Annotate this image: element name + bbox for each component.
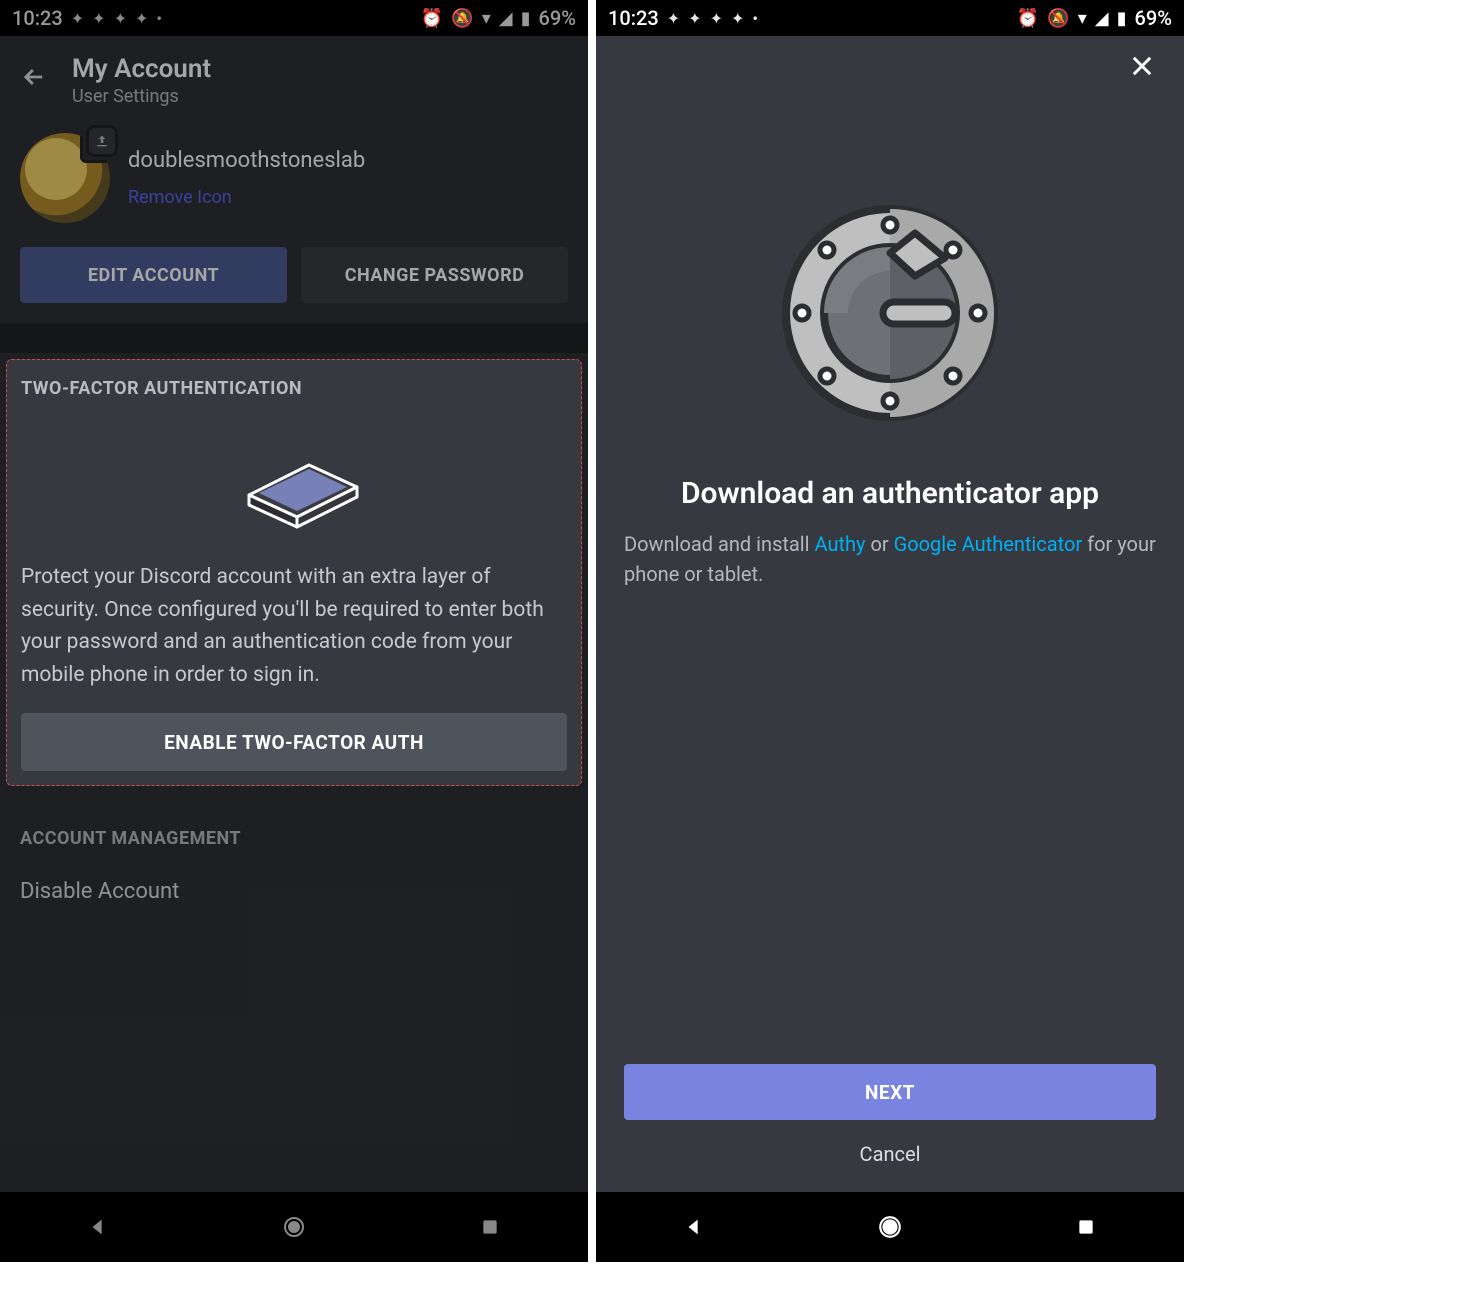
notif-icon: ✦ [135,9,148,28]
nav-back-icon[interactable] [681,1214,707,1240]
nav-home-icon[interactable] [877,1214,903,1240]
status-time: 10:23 [12,6,63,30]
alarm-icon: ⏰ [1017,8,1039,29]
authy-link[interactable]: Authy [815,532,866,556]
dnd-icon: 🔕 [451,8,473,29]
battery-pct: 69% [1135,6,1172,30]
notif-icon: ✦ [71,9,84,28]
edit-account-button[interactable]: EDIT ACCOUNT [20,247,287,303]
more-icon: • [156,9,162,28]
page-subtitle: User Settings [72,86,211,107]
phone-illustration [21,427,567,537]
notif-icon: ✦ [688,9,701,28]
nav-back-icon[interactable] [85,1214,111,1240]
battery-pct: 69% [539,6,576,30]
battery-icon: ▮ [521,8,531,29]
notif-icon: ✦ [731,9,744,28]
notif-icon: ✦ [92,9,105,28]
wifi-icon: ▾ [1078,8,1087,29]
enable-tfa-button[interactable]: ENABLE TWO-FACTOR AUTH [21,713,567,771]
status-bar: 10:23 ✦ ✦ ✦ ✦ • ⏰ 🔕 ▾ ◢ ▮ 69% [0,0,588,36]
remove-icon-link[interactable]: Remove Icon [128,187,365,208]
username: doublesmoothstoneslab [128,148,365,173]
android-nav-bar [0,1192,588,1262]
dialog-title: Download an authenticator app [624,476,1156,511]
next-button[interactable]: NEXT [624,1064,1156,1120]
cell-icon: ◢ [1095,8,1109,29]
wifi-icon: ▾ [482,8,491,29]
nav-home-icon[interactable] [281,1214,307,1240]
battery-icon: ▮ [1117,8,1127,29]
close-icon[interactable] [1128,52,1156,88]
account-management-label: ACCOUNT MANAGEMENT [20,828,568,849]
profile-row: doublesmoothstoneslab Remove Icon [0,123,588,239]
more-icon: • [752,9,758,28]
authenticator-vault-icon [624,198,1156,428]
phone-right: 10:23 ✦ ✦ ✦ ✦ • ⏰ 🔕 ▾ ◢ ▮ 69% [596,0,1184,1262]
cell-icon: ◢ [499,8,513,29]
desc-text: Download and install [624,532,815,556]
alarm-icon: ⏰ [421,8,443,29]
tfa-label: TWO-FACTOR AUTHENTICATION [21,378,567,399]
tfa-description: Protect your Discord account with an ext… [21,561,567,691]
status-time: 10:23 [608,6,659,30]
notif-icon: ✦ [710,9,723,28]
page-title: My Account [72,54,211,84]
upload-avatar-icon[interactable] [86,125,118,157]
back-arrow-icon[interactable] [20,63,48,98]
app-header: My Account User Settings [0,36,588,123]
nav-recent-icon[interactable] [1073,1214,1099,1240]
two-factor-section: TWO-FACTOR AUTHENTICATION Protect your D… [6,359,582,786]
cancel-button[interactable]: Cancel [624,1142,1156,1166]
desc-text: or [866,532,894,556]
android-nav-bar [596,1192,1184,1262]
phone-left: 10:23 ✦ ✦ ✦ ✦ • ⏰ 🔕 ▾ ◢ ▮ 69% My Account… [0,0,588,1262]
dialog-description: Download and install Authy or Google Aut… [624,529,1156,589]
section-divider [0,323,588,353]
notif-icon: ✦ [114,9,127,28]
dnd-icon: 🔕 [1047,8,1069,29]
status-bar: 10:23 ✦ ✦ ✦ ✦ • ⏰ 🔕 ▾ ◢ ▮ 69% [596,0,1184,36]
notif-icon: ✦ [667,9,680,28]
google-authenticator-link[interactable]: Google Authenticator [894,532,1083,556]
nav-recent-icon[interactable] [477,1214,503,1240]
change-password-button[interactable]: CHANGE PASSWORD [301,247,568,303]
disable-account-item[interactable]: Disable Account [20,879,568,904]
